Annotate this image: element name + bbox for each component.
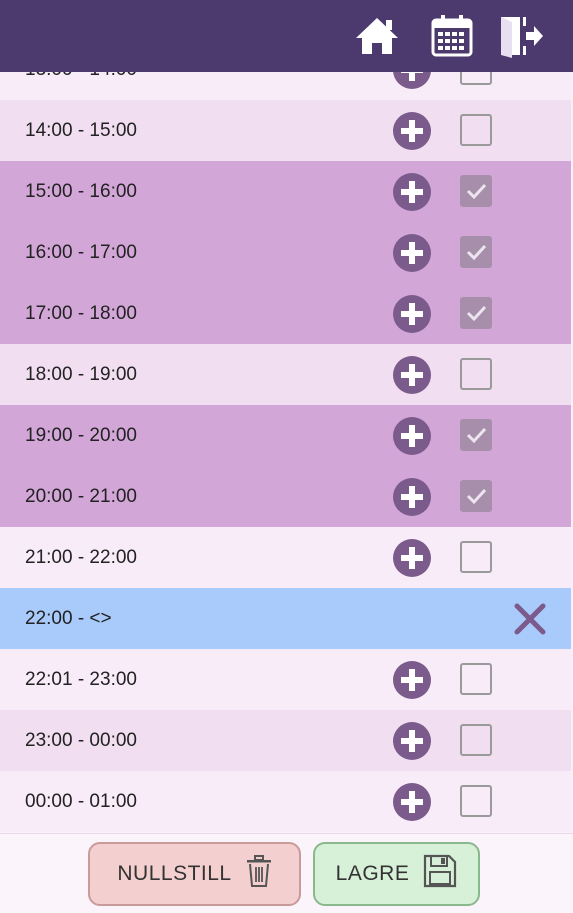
time-slot-label: 13:00 - 14:00	[25, 72, 137, 100]
add-plus-icon[interactable]	[393, 173, 431, 211]
bottom-bar: NULLSTILL LAGRE	[0, 833, 573, 913]
slot-checkbox[interactable]	[460, 114, 492, 146]
trash-icon	[246, 855, 272, 893]
time-slot-row[interactable]: 22:01 - 23:00	[0, 649, 571, 710]
time-slot-list[interactable]: 13:00 - 14:00 14:00 - 15:00 15:00 - 16:00 1…	[0, 72, 571, 833]
add-plus-icon[interactable]	[393, 478, 431, 516]
slot-checkbox[interactable]	[460, 724, 492, 756]
add-plus-icon[interactable]	[393, 539, 431, 577]
time-slot-label: 20:00 - 21:00	[25, 486, 137, 507]
time-slot-row[interactable]: 15:00 - 16:00	[0, 161, 571, 222]
add-plus-icon[interactable]	[393, 417, 431, 455]
time-slot-label: 14:00 - 15:00	[25, 120, 137, 141]
logout-icon[interactable]	[497, 12, 545, 60]
time-slot-row[interactable]: 14:00 - 15:00	[0, 100, 571, 161]
add-plus-icon[interactable]	[393, 661, 431, 699]
time-slot-label: 22:00 - <>	[25, 608, 112, 629]
time-slot-row[interactable]: 20:00 - 21:00	[0, 466, 571, 527]
time-slot-label: 22:01 - 23:00	[25, 669, 137, 690]
reset-button-label: NULLSTILL	[117, 862, 232, 885]
slot-checkbox[interactable]	[460, 480, 492, 512]
add-plus-icon[interactable]	[393, 72, 431, 89]
slot-checkbox[interactable]	[460, 175, 492, 207]
time-slot-row[interactable]: 22:00 - <>	[0, 588, 571, 649]
add-plus-icon[interactable]	[393, 112, 431, 150]
save-button[interactable]: LAGRE	[313, 842, 480, 906]
top-bar	[0, 0, 573, 72]
time-slot-label: 18:00 - 19:00	[25, 364, 137, 385]
time-slot-row[interactable]: 18:00 - 19:00	[0, 344, 571, 405]
time-slot-row[interactable]: 23:00 - 00:00	[0, 710, 571, 771]
slot-checkbox[interactable]	[460, 541, 492, 573]
floppy-disk-icon	[423, 854, 457, 894]
time-slot-row[interactable]: 17:00 - 18:00	[0, 283, 571, 344]
home-icon[interactable]	[353, 12, 401, 60]
time-slot-label: 23:00 - 00:00	[25, 730, 137, 751]
slot-checkbox[interactable]	[460, 663, 492, 695]
slot-checkbox[interactable]	[460, 785, 492, 817]
time-slot-row[interactable]: 16:00 - 17:00	[0, 222, 571, 283]
add-plus-icon[interactable]	[393, 295, 431, 333]
add-plus-icon[interactable]	[393, 783, 431, 821]
time-slot-label: 00:00 - 01:00	[25, 791, 137, 812]
time-slot-label: 21:00 - 22:00	[25, 547, 137, 568]
slot-checkbox[interactable]	[460, 358, 492, 390]
time-slot-row[interactable]: 00:00 - 01:00	[0, 771, 571, 832]
time-slot-row[interactable]: 21:00 - 22:00	[0, 527, 571, 588]
slot-checkbox[interactable]	[460, 236, 492, 268]
close-icon[interactable]	[513, 602, 547, 636]
save-button-label: LAGRE	[335, 862, 410, 885]
time-slot-label: 17:00 - 18:00	[25, 303, 137, 324]
time-slot-label: 15:00 - 16:00	[25, 181, 137, 202]
time-slot-label: 19:00 - 20:00	[25, 425, 137, 446]
slot-checkbox[interactable]	[460, 72, 492, 85]
time-slot-label: 16:00 - 17:00	[25, 242, 137, 263]
slot-checkbox[interactable]	[460, 419, 492, 451]
slot-checkbox[interactable]	[460, 297, 492, 329]
add-plus-icon[interactable]	[393, 356, 431, 394]
time-slot-row[interactable]: 13:00 - 14:00	[0, 72, 571, 100]
reset-button[interactable]: NULLSTILL	[88, 842, 301, 906]
add-plus-icon[interactable]	[393, 234, 431, 272]
calendar-icon[interactable]	[428, 12, 476, 60]
time-slot-row[interactable]: 19:00 - 20:00	[0, 405, 571, 466]
add-plus-icon[interactable]	[393, 722, 431, 760]
